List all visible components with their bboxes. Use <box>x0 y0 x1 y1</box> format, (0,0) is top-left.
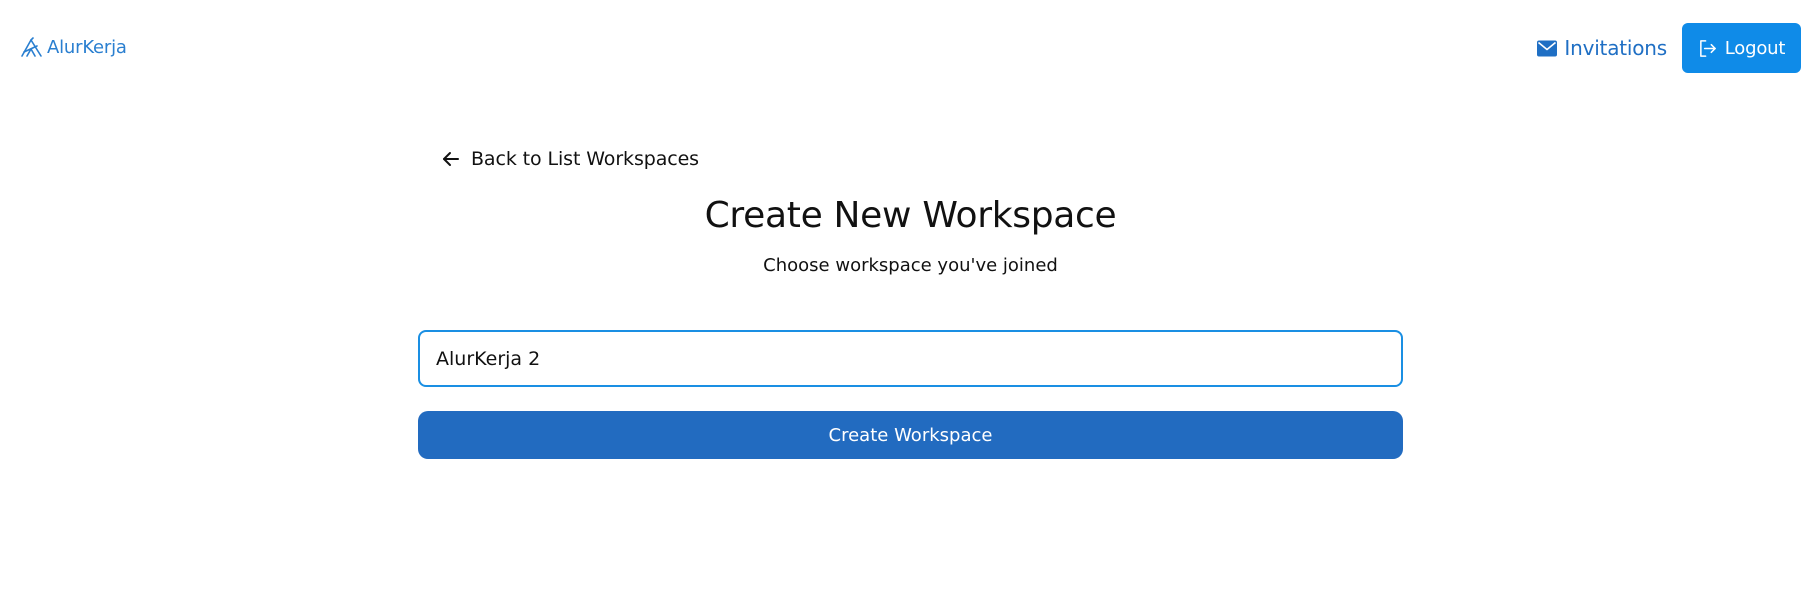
back-link-label: Back to List Workspaces <box>471 148 699 170</box>
envelope-icon <box>1537 40 1558 57</box>
create-workspace-form: Back to List Workspaces Create New Works… <box>418 130 1403 459</box>
arrow-left-icon <box>442 150 460 168</box>
invitations-label: Invitations <box>1564 36 1667 60</box>
create-workspace-button[interactable]: Create Workspace <box>418 411 1403 459</box>
alurkerja-logo-icon <box>20 36 44 58</box>
back-to-workspaces-link[interactable]: Back to List Workspaces <box>442 130 699 188</box>
logout-label: Logout <box>1724 37 1786 59</box>
logo-text: AlurKerja <box>47 36 127 58</box>
logo-link[interactable]: AlurKerja <box>20 36 127 58</box>
workspace-name-input[interactable] <box>418 330 1403 387</box>
top-navbar: AlurKerja Invitations Logout <box>0 0 1815 98</box>
page-title: Create New Workspace <box>704 195 1117 236</box>
header-actions: Invitations Logout <box>1537 23 1801 73</box>
sign-out-icon <box>1698 39 1717 58</box>
page-subtitle: Choose workspace you've joined <box>763 255 1058 276</box>
logout-button[interactable]: Logout <box>1682 23 1801 73</box>
invitations-link[interactable]: Invitations <box>1537 36 1667 60</box>
